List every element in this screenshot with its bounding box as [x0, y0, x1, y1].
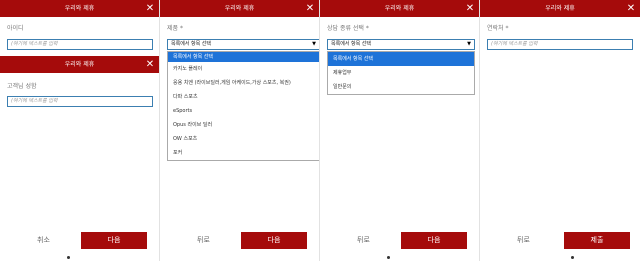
inquiry-type-select[interactable]: 목록에서 항목 선택 ▼	[327, 39, 475, 50]
cancel-button[interactable]: 취소	[37, 235, 50, 245]
id-input[interactable]: (여기에 텍스트를 입력	[7, 39, 153, 50]
close-icon[interactable]: ✕	[626, 0, 636, 17]
carousel-dot	[67, 256, 70, 259]
dialog-header-secondary: 우리와 제휴 ✕	[0, 56, 159, 73]
id-label: 아이디	[7, 25, 24, 32]
dropdown-option[interactable]: 일반문의	[328, 80, 474, 94]
chevron-down-icon: ▼	[312, 41, 316, 47]
dialog-header: 우리와 제휴 ✕	[160, 0, 319, 17]
form-step-id: 우리와 제휴 ✕ 아이디 (여기에 텍스트를 입력 우리와 제휴 ✕ 고객님 성…	[0, 0, 160, 261]
dialog-title: 우리와 제휴	[545, 5, 575, 12]
back-button[interactable]: 뒤로	[197, 235, 210, 245]
close-icon[interactable]: ✕	[465, 0, 475, 17]
carousel-dot	[387, 256, 390, 259]
dropdown-option[interactable]: 목록에서 항목 선택	[168, 52, 319, 62]
back-button[interactable]: 뒤로	[357, 235, 370, 245]
inquiry-type-select-value: 목록에서 항목 선택	[331, 41, 371, 47]
dialog-header: 우리와 제휴 ✕	[0, 0, 159, 17]
dialog-title-secondary: 우리와 제휴	[64, 61, 95, 68]
dialog-header: 우리와 제휴 ✕	[480, 0, 640, 17]
carousel-dot	[571, 256, 574, 259]
close-icon[interactable]: ✕	[145, 0, 155, 17]
inquiry-type-dropdown: 목록에서 항목 선택 제휴업무 일반문의	[327, 51, 475, 95]
close-icon[interactable]: ✕	[145, 56, 155, 73]
product-dropdown: 목록에서 항목 선택 카지노 플레이 응용 치엔 (라이브딜러,게임 아케이드,…	[167, 51, 319, 161]
dropdown-option[interactable]: Opus 라이브 딜러	[168, 118, 319, 132]
form-step-inquiry: 우리와 제휴 ✕ 상담 종류 선택 * 목록에서 항목 선택 ▼ 목록에서 항목…	[320, 0, 480, 261]
dropdown-option[interactable]: 제휴업무	[328, 66, 474, 80]
dropdown-option[interactable]: eSports	[168, 104, 319, 118]
chevron-down-icon: ▼	[467, 41, 471, 47]
contact-label: 연락처 *	[487, 25, 509, 32]
submit-button[interactable]: 제출	[564, 232, 630, 249]
product-select[interactable]: 목록에서 항목 선택 ▼	[167, 39, 319, 50]
back-button[interactable]: 뒤로	[517, 235, 530, 245]
name-label: 고객님 성함	[7, 83, 37, 90]
inquiry-type-label: 상담 종류 선택 *	[327, 25, 369, 32]
next-button[interactable]: 다음	[241, 232, 307, 249]
next-button[interactable]: 다음	[401, 232, 467, 249]
next-button[interactable]: 다음	[81, 232, 147, 249]
close-icon[interactable]: ✕	[305, 0, 315, 17]
dialog-title: 우리와 제휴	[384, 5, 415, 12]
dropdown-option[interactable]: 카지노 플레이	[168, 62, 319, 76]
dropdown-option[interactable]: 응용 치엔 (라이브딜러,게임 아케이드,가상 스포츠, 복권)	[168, 76, 319, 90]
product-label: 제품 *	[167, 25, 183, 32]
product-select-value: 목록에서 항목 선택	[171, 41, 211, 47]
dropdown-option[interactable]: 다파 스포츠	[168, 90, 319, 104]
dialog-header: 우리와 제휴 ✕	[320, 0, 479, 17]
name-input[interactable]: (여기에 텍스트를 입력	[7, 96, 153, 107]
dialog-title: 우리와 제휴	[224, 5, 255, 12]
dropdown-option[interactable]: 목록에서 항목 선택	[328, 52, 474, 66]
dialog-title: 우리와 제휴	[64, 5, 95, 12]
form-step-contact: 우리와 제휴 ✕ 연락처 * (여기에 텍스트를 입력 뒤로 제출	[480, 0, 640, 261]
contact-input[interactable]: (여기에 텍스트를 입력	[487, 39, 633, 50]
form-step-product: 우리와 제휴 ✕ 제품 * 목록에서 항목 선택 ▼ 목록에서 항목 선택 카지…	[160, 0, 320, 261]
dropdown-option[interactable]: OW 스포츠	[168, 132, 319, 146]
dropdown-option[interactable]: 포커	[168, 146, 319, 160]
